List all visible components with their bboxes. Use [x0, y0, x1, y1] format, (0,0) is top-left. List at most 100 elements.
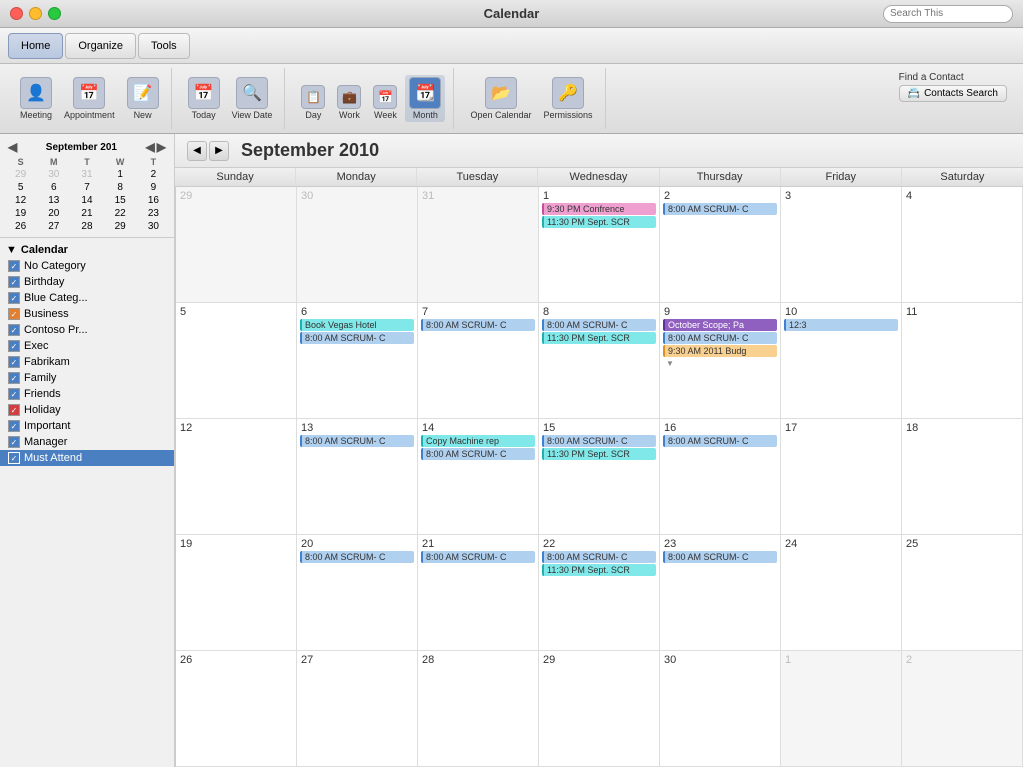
cal-cell[interactable]: 9October Scope; Pa8:00 AM SCRUM- C9:30 A… — [660, 303, 781, 419]
cal-cell[interactable]: 29 — [176, 187, 297, 303]
cal-cell[interactable]: 218:00 AM SCRUM- C — [418, 535, 539, 651]
cal-checkbox-holiday[interactable]: ✓ — [8, 404, 20, 416]
cal-checkbox-important[interactable]: ✓ — [8, 420, 20, 432]
cal-nav-next[interactable]: ▶ — [209, 141, 229, 161]
mini-date[interactable]: 9 — [137, 181, 170, 194]
cal-cell[interactable]: 27 — [297, 651, 418, 767]
mini-date[interactable]: 20 — [37, 207, 70, 220]
cal-cell[interactable]: 3 — [781, 187, 902, 303]
cal-cell[interactable]: 19:30 PM Confrence11:30 PM Sept. SCR — [539, 187, 660, 303]
ribbon-meeting[interactable]: 👤 Meeting — [16, 75, 56, 122]
cal-cell[interactable]: 1 — [781, 651, 902, 767]
cal-cell[interactable]: 4 — [902, 187, 1023, 303]
minimize-button[interactable] — [29, 7, 42, 20]
calendar-event[interactable]: Book Vegas Hotel — [300, 319, 414, 331]
cal-item-must-attend[interactable]: ✓ Must Attend — [0, 450, 174, 466]
ribbon-week[interactable]: 📅 Week — [369, 83, 401, 122]
cal-checkbox-fabrikam[interactable]: ✓ — [8, 356, 20, 368]
cal-cell[interactable]: 17 — [781, 419, 902, 535]
calendar-event[interactable]: 8:00 AM SCRUM- C — [663, 435, 777, 447]
mini-date[interactable]: 19 — [4, 207, 37, 220]
cal-checkbox-family[interactable]: ✓ — [8, 372, 20, 384]
calendar-event[interactable]: Copy Machine rep — [421, 435, 535, 447]
cal-cell[interactable]: 1012:3 — [781, 303, 902, 419]
mini-cal-prev[interactable]: ◀ — [8, 140, 17, 154]
cal-cell[interactable]: 238:00 AM SCRUM- C — [660, 535, 781, 651]
mini-date[interactable]: 31 — [70, 168, 103, 181]
ribbon-today[interactable]: 📅 Today — [184, 75, 224, 122]
tab-tools[interactable]: Tools — [138, 33, 190, 59]
cal-cell[interactable]: 12 — [176, 419, 297, 535]
calendar-event[interactable]: 11:30 PM Sept. SCR — [542, 448, 656, 460]
maximize-button[interactable] — [48, 7, 61, 20]
cal-item-blue-categ[interactable]: ✓ Blue Categ... — [0, 290, 174, 306]
cal-cell[interactable]: 28:00 AM SCRUM- C — [660, 187, 781, 303]
tab-organize[interactable]: Organize — [65, 33, 136, 59]
cal-cell[interactable]: 6Book Vegas Hotel8:00 AM SCRUM- C — [297, 303, 418, 419]
cal-cell[interactable]: 19 — [176, 535, 297, 651]
cal-item-family[interactable]: ✓ Family — [0, 370, 174, 386]
cal-cell[interactable]: 24 — [781, 535, 902, 651]
mini-date[interactable]: 27 — [37, 220, 70, 233]
ribbon-appointment[interactable]: 📅 Appointment — [60, 75, 119, 122]
ribbon-open-calendar[interactable]: 📂 Open Calendar — [466, 75, 535, 122]
cal-item-important[interactable]: ✓ Important — [0, 418, 174, 434]
calendar-event[interactable]: 11:30 PM Sept. SCR — [542, 564, 656, 576]
cal-cell[interactable]: 30 — [297, 187, 418, 303]
cal-cell[interactable]: 88:00 AM SCRUM- C11:30 PM Sept. SCR — [539, 303, 660, 419]
tab-home[interactable]: Home — [8, 33, 63, 59]
ribbon-new[interactable]: 📝 New — [123, 75, 163, 122]
mini-date[interactable]: 1 — [104, 168, 137, 181]
calendar-event[interactable]: 8:00 AM SCRUM- C — [542, 319, 656, 331]
ribbon-view-date[interactable]: 🔍 View Date — [228, 75, 277, 122]
mini-date[interactable]: 29 — [104, 220, 137, 233]
cal-cell[interactable]: 11 — [902, 303, 1023, 419]
calendar-event[interactable]: 8:00 AM SCRUM- C — [542, 551, 656, 563]
cal-item-manager[interactable]: ✓ Manager — [0, 434, 174, 450]
cal-cell[interactable]: 26 — [176, 651, 297, 767]
cal-cell[interactable]: 30 — [660, 651, 781, 767]
cal-checkbox-must-attend[interactable]: ✓ — [8, 452, 20, 464]
cal-cell[interactable]: 158:00 AM SCRUM- C11:30 PM Sept. SCR — [539, 419, 660, 535]
calendar-event[interactable]: ▼ — [663, 358, 777, 369]
cal-cell[interactable]: 5 — [176, 303, 297, 419]
calendar-event[interactable]: 8:00 AM SCRUM- C — [663, 332, 777, 344]
mini-date[interactable]: 14 — [70, 194, 103, 207]
cal-item-exec[interactable]: ✓ Exec — [0, 338, 174, 354]
mini-date[interactable]: 8 — [104, 181, 137, 194]
mini-date[interactable]: 30 — [137, 220, 170, 233]
search-input[interactable] — [883, 5, 1013, 23]
mini-date[interactable]: 30 — [37, 168, 70, 181]
mini-cal-prev2[interactable]: ◀ — [146, 140, 155, 154]
calendar-event[interactable]: 12:3 — [784, 319, 898, 331]
mini-date[interactable]: 7 — [70, 181, 103, 194]
mini-date[interactable]: 26 — [4, 220, 37, 233]
calendar-list-header[interactable]: ▼ Calendar — [0, 242, 174, 258]
cal-cell[interactable]: 168:00 AM SCRUM- C — [660, 419, 781, 535]
search-bar[interactable] — [883, 5, 1013, 23]
cal-cell[interactable]: 18 — [902, 419, 1023, 535]
ribbon-work[interactable]: 💼 Work — [333, 83, 365, 122]
mini-date[interactable]: 15 — [104, 194, 137, 207]
close-button[interactable] — [10, 7, 23, 20]
cal-nav-prev[interactable]: ◀ — [187, 141, 207, 161]
mini-date[interactable]: 16 — [137, 194, 170, 207]
mini-date[interactable]: 29 — [4, 168, 37, 181]
cal-cell[interactable]: 208:00 AM SCRUM- C — [297, 535, 418, 651]
calendar-event[interactable]: 8:00 AM SCRUM- C — [421, 448, 535, 460]
cal-cell[interactable]: 28 — [418, 651, 539, 767]
mini-date[interactable]: 5 — [4, 181, 37, 194]
mini-cal-next[interactable]: ▶ — [157, 140, 166, 154]
cal-item-business[interactable]: ✓ Business — [0, 306, 174, 322]
cal-item-contoso[interactable]: ✓ Contoso Pr... — [0, 322, 174, 338]
calendar-event[interactable]: 8:00 AM SCRUM- C — [421, 319, 535, 331]
calendar-event[interactable]: 11:30 PM Sept. SCR — [542, 216, 656, 228]
calendar-event[interactable]: 11:30 PM Sept. SCR — [542, 332, 656, 344]
cal-checkbox-exec[interactable]: ✓ — [8, 340, 20, 352]
cal-cell[interactable]: 14Copy Machine rep8:00 AM SCRUM- C — [418, 419, 539, 535]
cal-checkbox-contoso[interactable]: ✓ — [8, 324, 20, 336]
cal-item-birthday[interactable]: ✓ Birthday — [0, 274, 174, 290]
calendar-event[interactable]: 8:00 AM SCRUM- C — [663, 551, 777, 563]
cal-cell[interactable]: 138:00 AM SCRUM- C — [297, 419, 418, 535]
cal-checkbox-friends[interactable]: ✓ — [8, 388, 20, 400]
